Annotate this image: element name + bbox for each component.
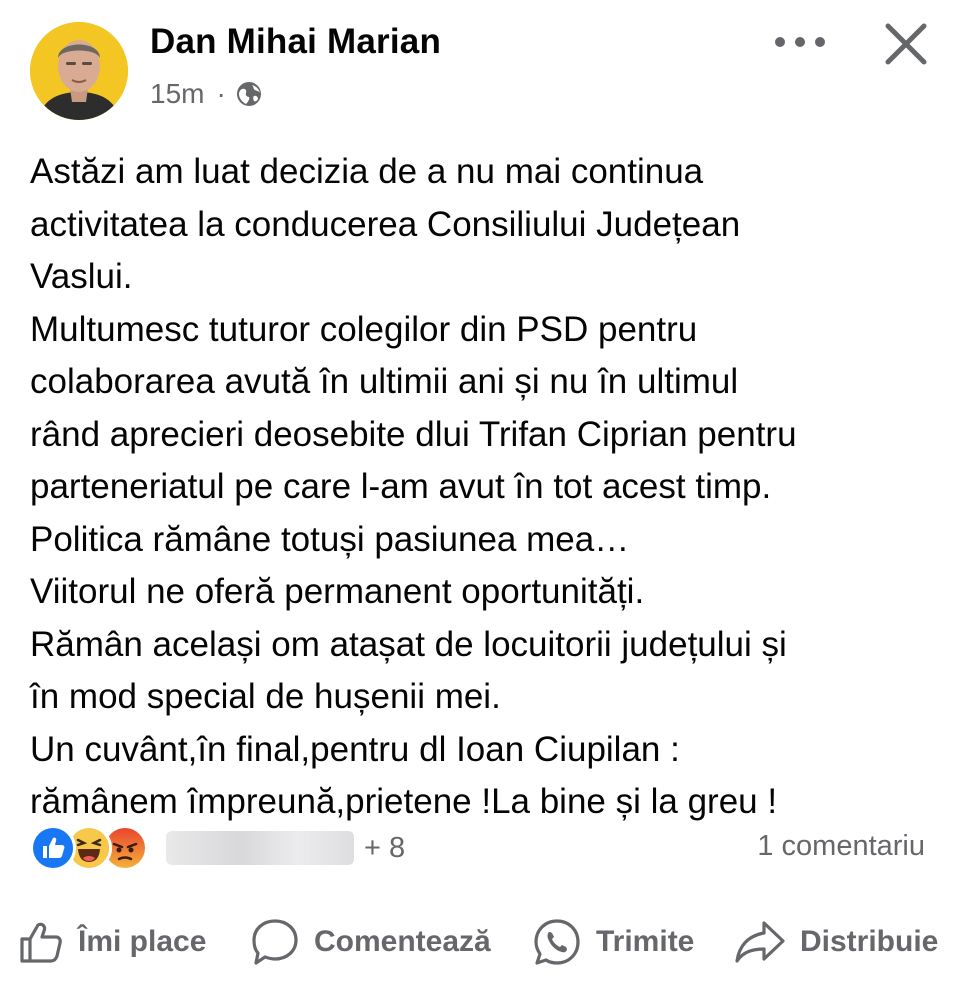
send-label: Trimite — [596, 925, 695, 958]
comment-bubble-icon — [252, 919, 298, 965]
comment-label: Comentează — [314, 925, 491, 958]
share-label: Distribuie — [800, 925, 939, 958]
like-reaction-icon — [30, 825, 76, 871]
comments-count-link[interactable]: 1 comentariu — [757, 830, 925, 863]
post-meta: 15m · — [150, 78, 262, 110]
post-time[interactable]: 15m — [150, 78, 204, 110]
post-text-line: colaborarea avută în ultimii ani și nu î… — [30, 362, 739, 401]
globe-icon — [236, 81, 262, 107]
post-text-line: rămânem împreună,prietene !La bine și la… — [30, 782, 778, 821]
post-text-line: rând aprecieri deosebite dlui Trifan Cip… — [30, 414, 797, 454]
author-name[interactable]: Dan Mihai Marian — [150, 22, 441, 62]
meta-separator: · — [216, 78, 226, 109]
close-button[interactable] — [878, 16, 934, 72]
more-icon — [775, 37, 825, 47]
share-arrow-icon — [735, 921, 785, 963]
post-actions-bar: Îmi place Comentează Trimite Distribuie — [0, 900, 955, 984]
blurred-reactor-names — [166, 831, 354, 865]
post-text-line: Un cuvânt,în final,pentru dl Ioan Ciupil… — [30, 729, 680, 769]
post-text-line: activitatea la conducerea Consiliului Ju… — [30, 204, 741, 244]
post-text: Astăzi am luat decizia de a nu mai conti… — [30, 146, 930, 829]
post-text-line: în mod special de hușenii mei. — [30, 677, 501, 716]
reaction-extra-count: + 8 — [364, 831, 406, 864]
close-icon — [885, 23, 927, 65]
send-button[interactable]: Trimite — [532, 914, 694, 970]
reactions-summary[interactable]: + 8 — [30, 825, 406, 871]
comment-button[interactable]: Comentează — [250, 914, 491, 970]
post-text-line: Astăzi am luat decizia de a nu mai conti… — [30, 152, 704, 191]
like-label: Îmi place — [78, 925, 207, 958]
post-text-line: Politica rămâne totuși pasiunea mea… — [30, 519, 630, 559]
post-text-line: parteneriatul pe care l-am avut în tot a… — [30, 467, 772, 506]
share-button[interactable]: Distribuie — [734, 914, 938, 970]
post-text-line: Vaslui. — [30, 257, 133, 296]
post-text-line: Multumesc tuturor colegilor din PSD pent… — [30, 309, 698, 349]
post-header: Dan Mihai Marian 15m · — [0, 0, 955, 130]
thumbs-up-icon — [20, 922, 62, 963]
post-text-line: Viitorul ne oferă permanent oportunități… — [30, 572, 645, 611]
avatar-photo — [30, 22, 128, 120]
like-button[interactable]: Îmi place — [18, 914, 206, 970]
whatsapp-icon — [534, 919, 580, 965]
more-options-button[interactable] — [770, 20, 830, 64]
avatar[interactable] — [30, 22, 128, 120]
post-text-line: Rămân același om atașat de locuitorii ju… — [30, 624, 787, 664]
